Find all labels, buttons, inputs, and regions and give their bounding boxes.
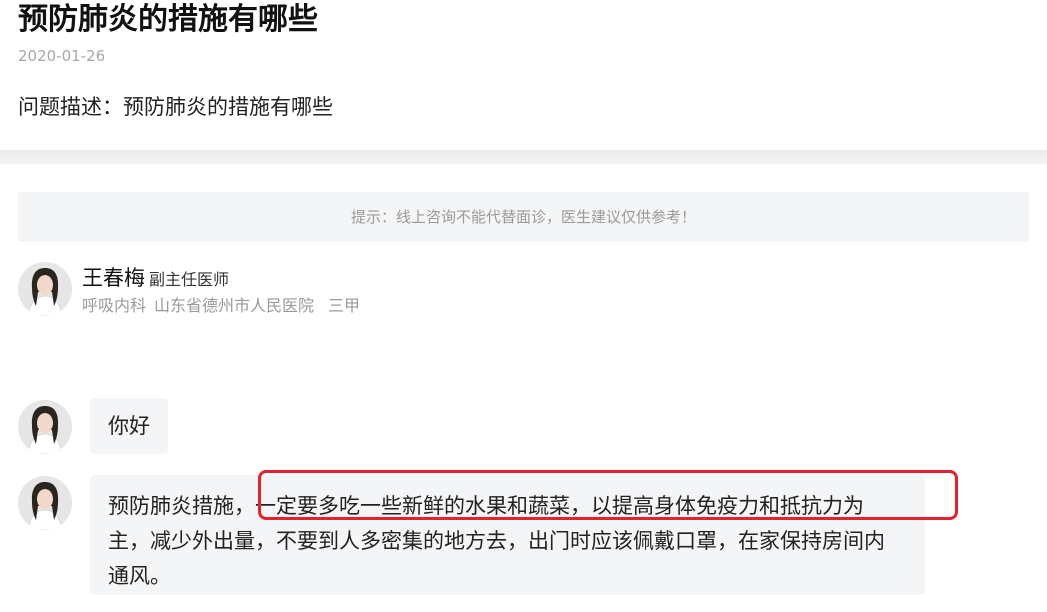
doctor-name[interactable]: 王春梅 [82,266,145,290]
section-divider [0,150,1047,164]
doctor-title: 副主任医师 [149,270,230,289]
message-bubble: 你好 [90,398,168,454]
question-date: 2020-01-26 [18,47,106,65]
hospital-level: 三甲 [328,296,361,315]
message-line: 主，减少外出量，不要到人多密集的地方去，出门时应该佩戴口罩，在家保持房间内 [108,529,885,553]
question-title: 预防肺炎的措施有哪些 [18,2,318,37]
message-line: 通风。 [108,564,171,588]
doctor-affiliation: 呼吸内科 山东省德州市人民医院 三甲 [82,294,360,318]
highlight-annotation [258,470,958,520]
doctor-avatar[interactable] [18,262,72,316]
doctor-avatar-icon [18,476,72,530]
disclaimer-notice: 提示：线上咨询不能代替面诊，医生建议仅供参考！ [18,192,1029,242]
question-description: 问题描述：预防肺炎的措施有哪些 [18,95,333,119]
message-avatar [18,400,72,454]
doctor-hospital[interactable]: 山东省德州市人民医院 [154,296,314,315]
doctor-avatar-icon [18,400,72,454]
doctor-department: 呼吸内科 [82,296,147,315]
message-avatar [18,476,72,530]
doctor-name-row: 王春梅 副主任医师 [82,264,229,294]
doctor-avatar-icon [18,262,72,316]
answer-card: 提示：线上咨询不能代替面诊，医生建议仅供参考！ 王春梅 副主任医师 呼吸内科 山东省… [0,164,1047,612]
question-card: 预防肺炎的措施有哪些 2020-01-26 问题描述：预防肺炎的措施有哪些 [0,0,1047,150]
